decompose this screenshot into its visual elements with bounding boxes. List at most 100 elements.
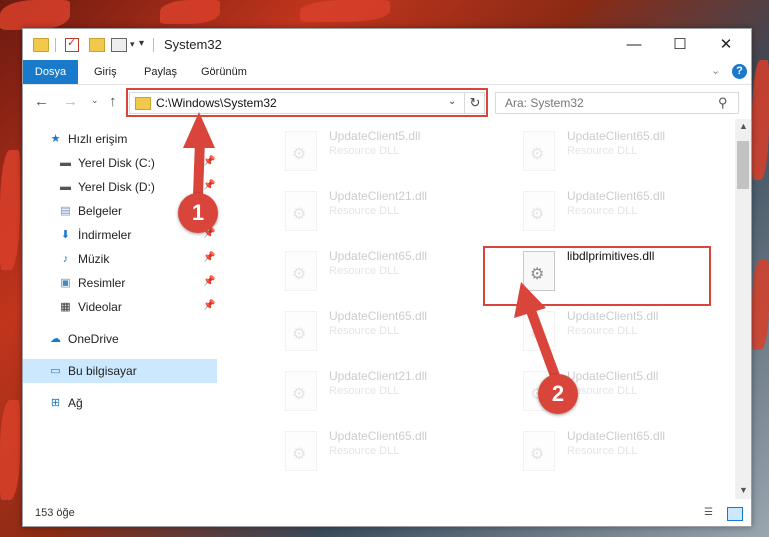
file-item[interactable]: UpdateClient65.dll Resource DLL — [285, 247, 515, 303]
sidebar-item[interactable]: ★ Hızlı erişim — [23, 127, 217, 151]
file-name: UpdateClient65.dll — [567, 129, 666, 143]
pin-icon[interactable]: 📌 — [203, 156, 215, 167]
sidebar-item-label: Ağ — [68, 396, 83, 410]
file-item[interactable]: UpdateClient65.dll Resource DLL — [523, 427, 735, 483]
toolbar-divider — [55, 38, 56, 52]
file-name: UpdateClient21.dll — [329, 189, 428, 203]
file-item[interactable]: UpdateClient65.dll Resource DLL — [285, 427, 515, 483]
address-highlight-box — [126, 88, 488, 117]
dll-file-icon — [285, 371, 317, 411]
file-type: Resource DLL — [329, 385, 400, 397]
background-leaf — [160, 0, 220, 24]
file-item[interactable]: UpdateClient65.dll Resource DLL — [523, 127, 735, 183]
file-name: UpdateClient65.dll — [329, 309, 428, 323]
sidebar-item[interactable]: ▦ Videolar 📌 — [23, 295, 217, 319]
sidebar-item-label: Hızlı erişim — [68, 132, 128, 146]
title-bar: ▾ ▾ System32 — ☐ ✕ — [23, 29, 751, 60]
sidebar-item-label: Yerel Disk (C:) — [78, 156, 155, 170]
sidebar-item-label: Müzik — [78, 252, 110, 266]
dll-file-icon — [285, 131, 317, 171]
sidebar-item[interactable]: ▭ Bu bilgisayar — [23, 359, 217, 383]
close-button[interactable]: ✕ — [703, 29, 749, 60]
download-icon: ⬇ — [60, 229, 71, 241]
background-leaf — [752, 60, 769, 180]
background-leaf — [0, 0, 70, 30]
up-button[interactable]: ↑ — [109, 93, 117, 110]
back-button[interactable]: ← — [34, 93, 49, 110]
scrollbar-thumb[interactable] — [737, 141, 749, 189]
annotation-marker-1: 1 — [178, 193, 218, 233]
dll-file-icon — [523, 431, 555, 471]
sidebar-item-label: Resimler — [78, 276, 126, 290]
pin-icon[interactable]: 📌 — [203, 276, 215, 287]
dll-file-icon — [285, 311, 317, 351]
dll-file-icon — [285, 191, 317, 231]
sidebar-item-label: İndirmeler — [78, 228, 132, 242]
file-type: Resource DLL — [329, 325, 400, 337]
sidebar-item[interactable]: ♪ Müzik 📌 — [23, 247, 217, 271]
file-item[interactable]: UpdateClient5.dll Resource DLL — [285, 127, 515, 183]
properties-check-icon[interactable] — [65, 36, 79, 52]
tab-file[interactable]: Dosya — [23, 60, 78, 84]
sidebar-item-label: Videolar — [78, 300, 122, 314]
item-count: 153 öğe — [35, 507, 75, 519]
vertical-scrollbar[interactable]: ▲ ▼ — [735, 119, 751, 499]
pin-icon[interactable]: 📌 — [203, 252, 215, 263]
sidebar-item[interactable]: ☁ OneDrive — [23, 327, 217, 351]
file-name: UpdateClient65.dll — [329, 429, 428, 443]
file-item[interactable]: UpdateClient65.dll Resource DLL — [285, 307, 515, 363]
sidebar-item-label: Yerel Disk (D:) — [78, 180, 155, 194]
pin-icon[interactable]: 📌 — [203, 300, 215, 311]
background-leaf — [0, 150, 20, 270]
search-box[interactable]: Ara: System32 ⚲ — [495, 92, 739, 114]
tab-share[interactable]: Paylaş — [144, 60, 177, 84]
view-options-icon[interactable] — [111, 38, 127, 52]
scroll-up-icon[interactable]: ▲ — [739, 121, 748, 131]
drive-icon: ▬ — [60, 157, 71, 169]
recent-locations-icon[interactable]: ⌄ — [91, 95, 99, 106]
expand-ribbon-icon[interactable]: ⌄ — [711, 64, 720, 77]
folder-icon — [33, 38, 49, 52]
sidebar-item[interactable]: ▣ Resimler 📌 — [23, 271, 217, 295]
new-folder-icon[interactable] — [89, 38, 105, 52]
toolbar-divider — [153, 38, 154, 52]
file-item[interactable]: UpdateClient21.dll Resource DLL — [285, 187, 515, 243]
customize-toolbar-icon[interactable]: ▾ — [139, 38, 144, 49]
details-view-icon[interactable]: ☰ — [704, 507, 718, 519]
pictures-icon: ▣ — [60, 277, 71, 289]
sidebar-item[interactable]: ⊞ Ağ — [23, 391, 217, 415]
minimize-button[interactable]: — — [611, 29, 657, 60]
ribbon-tabs: Dosya Giriş Paylaş Görünüm ⌄ ? — [23, 60, 751, 85]
dll-file-icon — [523, 131, 555, 171]
tab-view[interactable]: Görünüm — [201, 60, 247, 84]
file-name: UpdateClient5.dll — [567, 309, 659, 323]
pin-icon[interactable]: 📌 — [203, 180, 215, 191]
file-type: Resource DLL — [567, 325, 638, 337]
search-icon[interactable]: ⚲ — [718, 95, 728, 111]
search-input[interactable]: Ara: System32 — [505, 96, 584, 110]
file-item[interactable]: UpdateClient65.dll Resource DLL — [523, 187, 735, 243]
status-bar: 153 öğe ☰ — [23, 501, 751, 526]
file-type: Resource DLL — [329, 205, 400, 217]
help-icon[interactable]: ? — [732, 64, 747, 79]
file-item[interactable]: UpdateClient21.dll Resource DLL — [285, 367, 515, 423]
drive-icon: ▬ — [60, 181, 71, 193]
sidebar-item-label: Bu bilgisayar — [68, 364, 137, 378]
music-icon: ♪ — [62, 253, 69, 265]
star-icon: ★ — [50, 133, 61, 145]
forward-button[interactable]: → — [63, 93, 78, 110]
file-list: UpdateClient5.dll Resource DLL UpdateClien… — [221, 119, 735, 499]
dll-file-icon — [285, 431, 317, 471]
file-item[interactable]: UpdateClient5.dll Resource DLL — [523, 307, 735, 363]
annotation-marker-2: 2 — [538, 374, 578, 414]
scroll-down-icon[interactable]: ▼ — [739, 485, 748, 495]
file-type: Resource DLL — [567, 445, 638, 457]
large-icons-view-icon[interactable] — [727, 507, 743, 521]
maximize-button[interactable]: ☐ — [657, 29, 703, 60]
dll-file-icon — [523, 191, 555, 231]
documents-icon: ▤ — [60, 205, 71, 217]
tab-home[interactable]: Giriş — [94, 60, 117, 84]
sidebar-item[interactable]: ▬ Yerel Disk (C:) 📌 — [23, 151, 217, 175]
dll-file-icon — [285, 251, 317, 291]
quick-access-dropdown-icon[interactable]: ▾ — [130, 39, 135, 50]
